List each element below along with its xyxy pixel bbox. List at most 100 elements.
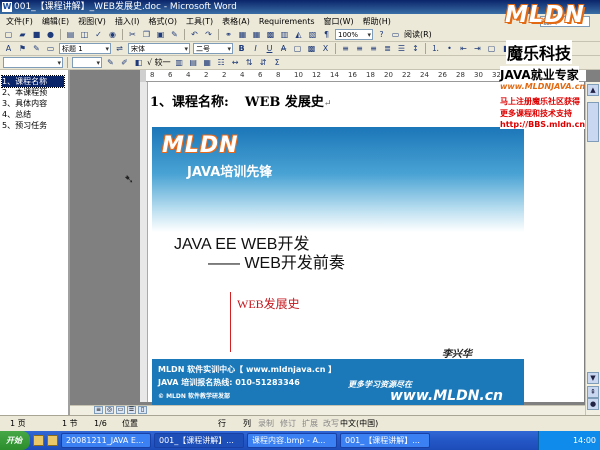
- bullets-icon[interactable]: •: [444, 43, 455, 54]
- italic-button[interactable]: I: [250, 43, 261, 54]
- line-spacing-icon[interactable]: ↕: [410, 43, 421, 54]
- insert-table-icon[interactable]: ▦: [251, 29, 262, 40]
- align-left-icon[interactable]: ≡: [340, 43, 351, 54]
- split-cells-icon[interactable]: ▤: [188, 57, 199, 68]
- outline-item[interactable]: 3、具体内容: [2, 98, 64, 109]
- cell-align-icon[interactable]: ▦: [202, 57, 213, 68]
- print-icon[interactable]: ▤: [65, 29, 76, 40]
- pane-splitter[interactable]: [70, 70, 140, 415]
- read-mode-icon[interactable]: ▭: [390, 29, 401, 40]
- paste-icon[interactable]: ▣: [155, 29, 166, 40]
- increase-indent-icon[interactable]: ⇥: [472, 43, 483, 54]
- cut-icon[interactable]: ✂: [127, 29, 138, 40]
- menu-window[interactable]: 窗口(W): [324, 16, 354, 27]
- line-weight-select[interactable]: [72, 57, 102, 68]
- eraser-icon[interactable]: ◧: [133, 57, 144, 68]
- scroll-thumb[interactable]: [587, 102, 599, 142]
- taskbar-item[interactable]: 课程内容.bmp - A...: [247, 433, 337, 448]
- spelling-icon[interactable]: ✓: [93, 29, 104, 40]
- taskbar-item[interactable]: 20081211_JAVA E...: [61, 433, 151, 448]
- outside-border-icon[interactable]: ▢: [486, 43, 497, 54]
- start-button[interactable]: 开始: [0, 431, 30, 450]
- char-border-icon[interactable]: ▢: [292, 43, 303, 54]
- status-rec[interactable]: 录制: [258, 416, 274, 431]
- taskbar-item[interactable]: 001_【课程讲解】...: [154, 433, 244, 448]
- hyperlink-icon[interactable]: ⚭: [223, 29, 234, 40]
- char-scale-icon[interactable]: X: [320, 43, 331, 54]
- undo-icon[interactable]: ↶: [189, 29, 200, 40]
- decrease-indent-icon[interactable]: ⇤: [458, 43, 469, 54]
- browse-object-icon[interactable]: ●: [587, 398, 599, 410]
- char-shading-icon[interactable]: ▩: [306, 43, 317, 54]
- zoom-select[interactable]: 100%: [335, 29, 373, 40]
- outline-view-icon[interactable]: ☰: [127, 406, 136, 414]
- menu-edit[interactable]: 编辑(E): [42, 16, 69, 27]
- menu-requirements[interactable]: Requirements: [259, 17, 315, 26]
- scroll-up-icon[interactable]: ▲: [587, 84, 599, 96]
- columns-icon[interactable]: ▥: [279, 29, 290, 40]
- copy-icon[interactable]: ❐: [141, 29, 152, 40]
- print-view-icon[interactable]: ▭: [116, 406, 125, 414]
- merge-cells-icon[interactable]: ▥: [174, 57, 185, 68]
- pen-color-icon[interactable]: ✎: [105, 57, 116, 68]
- underline-button[interactable]: U: [264, 43, 275, 54]
- document-heading[interactable]: 1、课程名称: WEB 发展史↵: [150, 91, 331, 110]
- styles-pane-icon[interactable]: A: [3, 43, 14, 54]
- style-select[interactable]: 标题 1: [59, 43, 111, 54]
- autofit-icon[interactable]: ↔: [230, 57, 241, 68]
- menu-format[interactable]: 格式(O): [148, 16, 177, 27]
- format-painter-icon[interactable]: ✎: [169, 29, 180, 40]
- quicklaunch-folder-icon[interactable]: [47, 435, 58, 446]
- outline-item[interactable]: 2、本课程预: [2, 87, 64, 98]
- open-folder-icon[interactable]: ▰: [17, 29, 28, 40]
- track-icon[interactable]: ⚑: [17, 43, 28, 54]
- show-hide-icon[interactable]: ¶: [321, 29, 332, 40]
- sort-desc-icon[interactable]: ⇵: [258, 57, 269, 68]
- save-icon[interactable]: ■: [31, 29, 42, 40]
- vertical-ruler[interactable]: [140, 82, 148, 402]
- reading-view-icon[interactable]: ▯: [138, 406, 147, 414]
- font-select[interactable]: 宋体: [128, 43, 190, 54]
- embedded-slide-image[interactable]: MLDN JAVA培训先锋 JAVA EE WEB开发 —— WEB开发前奏 W…: [152, 127, 524, 407]
- strikethrough-icon[interactable]: A̶: [278, 43, 289, 54]
- numbering-icon[interactable]: ⒈: [430, 43, 441, 54]
- status-ext[interactable]: 扩展: [302, 416, 318, 431]
- align-center-icon[interactable]: ≡: [354, 43, 365, 54]
- font-size-select[interactable]: 二号: [193, 43, 233, 54]
- distribute-rows-icon[interactable]: ☷: [216, 57, 227, 68]
- taskbar-item[interactable]: 001_【课程讲解】...: [340, 433, 430, 448]
- prev-page-icon[interactable]: ⇞: [587, 386, 599, 398]
- justify-icon[interactable]: ≣: [382, 43, 393, 54]
- document-map-icon[interactable]: ▧: [307, 29, 318, 40]
- normal-view-icon[interactable]: ≡: [94, 406, 103, 414]
- web-view-icon[interactable]: ◎: [105, 406, 114, 414]
- print-preview-icon[interactable]: ◫: [79, 29, 90, 40]
- vertical-scrollbar[interactable]: ▲ ▼ ⇞ ●: [585, 82, 600, 415]
- outline-item[interactable]: 1、课程名称: [1, 75, 65, 88]
- redo-icon[interactable]: ↷: [203, 29, 214, 40]
- clock[interactable]: 14:00: [573, 436, 596, 445]
- menu-file[interactable]: 文件(F): [6, 16, 33, 27]
- menu-insert[interactable]: 插入(I): [115, 16, 140, 27]
- status-trk[interactable]: 修订: [280, 416, 296, 431]
- new-document-icon[interactable]: ▢: [3, 29, 14, 40]
- comment-icon[interactable]: ▭: [45, 43, 56, 54]
- quicklaunch-desktop-icon[interactable]: [33, 435, 44, 446]
- menu-tools[interactable]: 工具(T): [186, 16, 213, 27]
- line-style-select[interactable]: [3, 57, 63, 68]
- insert-excel-icon[interactable]: ▩: [265, 29, 276, 40]
- help-icon[interactable]: ?: [376, 29, 387, 40]
- status-ovr[interactable]: 改写: [323, 416, 339, 431]
- autosum-icon[interactable]: Σ: [272, 57, 283, 68]
- scroll-down-icon[interactable]: ▼: [587, 372, 599, 384]
- draw-table-icon[interactable]: ✐: [119, 57, 130, 68]
- tables-borders-icon[interactable]: ▦: [237, 29, 248, 40]
- markup-icon[interactable]: ✎: [31, 43, 42, 54]
- sort-asc-icon[interactable]: ⇅: [244, 57, 255, 68]
- read-mode-button[interactable]: 阅读(R): [404, 29, 432, 40]
- symbol-label[interactable]: √ 较一: [147, 57, 171, 68]
- distributed-icon[interactable]: ☰: [396, 43, 407, 54]
- outline-item[interactable]: 4、总结: [2, 109, 64, 120]
- drawing-icon[interactable]: ◭: [293, 29, 304, 40]
- menu-table[interactable]: 表格(A): [222, 16, 250, 27]
